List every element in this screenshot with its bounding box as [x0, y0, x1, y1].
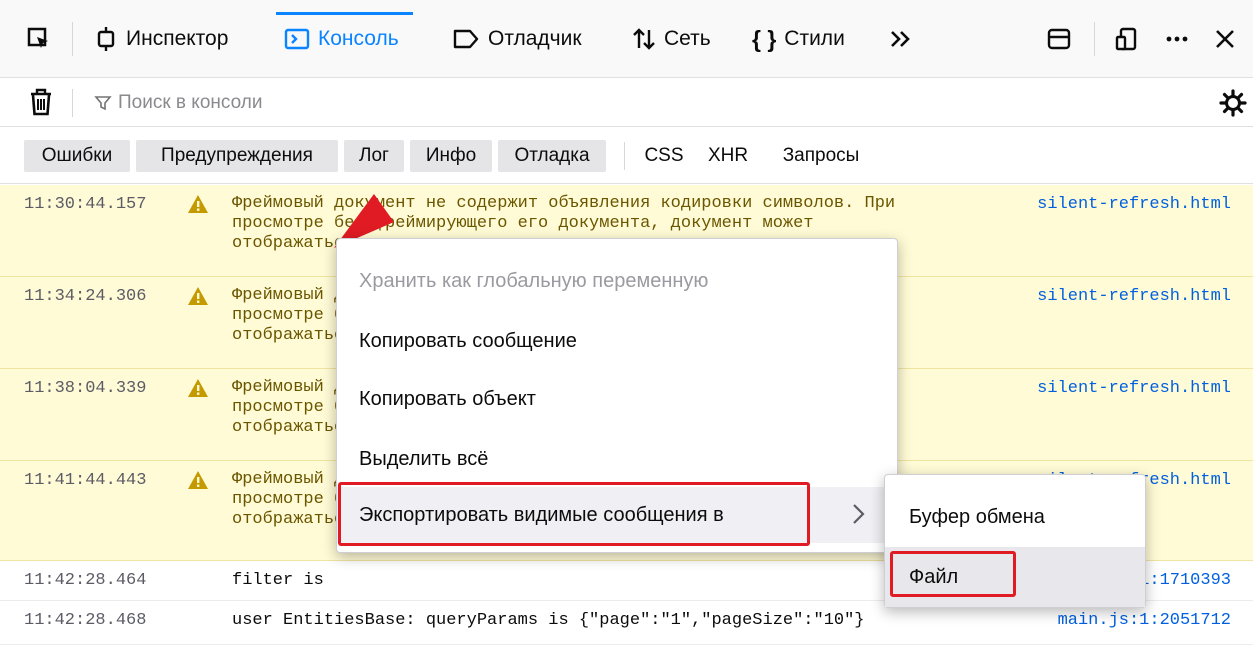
inspector-icon: [94, 27, 118, 51]
menu-item-copy-object[interactable]: Копировать объект: [337, 371, 897, 427]
tab-console-label: Консоль: [318, 27, 399, 50]
message-timestamp: 11:42:28.468: [24, 611, 147, 630]
split-console-icon: [1047, 28, 1071, 50]
warning-icon: [188, 379, 208, 397]
console-search: [94, 87, 1194, 119]
devtools-toolbar: Инспектор Консоль Отладчик Сеть { } Стил…: [0, 0, 1253, 78]
filter-css-button[interactable]: CSS: [638, 140, 690, 172]
filter-log-button[interactable]: Лог: [344, 140, 404, 172]
responsive-design-button[interactable]: [1114, 0, 1140, 78]
responsive-design-icon: [1115, 27, 1137, 51]
warning-icon: [188, 471, 208, 489]
split-console-button[interactable]: [1046, 0, 1072, 78]
filter-xhr-button[interactable]: XHR: [702, 140, 754, 172]
tab-debugger-label: Отладчик: [488, 27, 582, 50]
tab-network-label: Сеть: [664, 27, 711, 50]
export-highlight-frame: [338, 482, 810, 546]
filter-requests-button[interactable]: Запросы: [768, 140, 874, 172]
element-picker-button[interactable]: [26, 0, 52, 78]
console-icon: [284, 27, 310, 51]
trash-icon: [31, 88, 51, 116]
message-timestamp: 11:42:28.464: [24, 571, 147, 590]
console-search-input[interactable]: [118, 92, 1018, 114]
style-editor-icon: { }: [752, 25, 777, 52]
toolbar-separator: [1094, 22, 1095, 56]
more-tools-button[interactable]: [888, 0, 914, 78]
more-options-button[interactable]: [1164, 0, 1190, 78]
console-settings-button[interactable]: [1219, 89, 1247, 122]
message-timestamp: 11:38:04.339: [24, 379, 147, 398]
message-source-link[interactable]: silent-refresh.html: [1037, 287, 1231, 306]
tab-debugger[interactable]: Отладчик: [452, 0, 582, 78]
filter-separator: [72, 89, 73, 117]
message-text: filter is: [232, 571, 324, 590]
chevron-double-right-icon: [891, 31, 910, 47]
message-timestamp: 11:41:44.443: [24, 471, 147, 490]
filter-debug-button[interactable]: Отладка: [498, 140, 606, 172]
warning-icon: [188, 195, 208, 213]
console-filter-bar: [0, 79, 1253, 127]
message-text: user EntitiesBase: queryParams is {"page…: [232, 611, 865, 630]
message-timestamp: 11:34:24.306: [24, 287, 147, 306]
log-level-filters: Ошибки Предупреждения Лог Инфо Отладка C…: [0, 128, 1253, 184]
chevron-right-icon: [853, 504, 865, 524]
tab-console[interactable]: Консоль: [276, 0, 413, 78]
tab-style-editor[interactable]: { } Стили: [752, 0, 845, 78]
menu-item-copy-message[interactable]: Копировать сообщение: [337, 313, 897, 369]
close-icon: [1216, 30, 1234, 48]
message-timestamp: 11:30:44.157: [24, 195, 147, 214]
menu-item-store-global[interactable]: Хранить как глобальную переменную: [337, 253, 897, 309]
tab-inspector-label: Инспектор: [126, 27, 229, 50]
menu-item-select-all[interactable]: Выделить всё: [337, 431, 897, 487]
clear-console-button[interactable]: [28, 87, 54, 122]
levels-separator: [624, 142, 625, 170]
filter-warnings-button[interactable]: Предупреждения: [136, 140, 338, 172]
debugger-icon: [452, 27, 480, 51]
tab-network[interactable]: Сеть: [632, 0, 711, 78]
network-icon: [632, 27, 656, 51]
ellipsis-icon: [1166, 36, 1188, 42]
filter-errors-button[interactable]: Ошибки: [24, 140, 130, 172]
tab-style-editor-label: Стили: [784, 27, 845, 50]
message-source-link[interactable]: main.js:1:2051712: [1058, 611, 1231, 630]
filter-info-button[interactable]: Инфо: [410, 140, 492, 172]
file-highlight-frame: [890, 551, 1016, 597]
warning-icon: [188, 287, 208, 305]
element-picker-icon: [27, 27, 48, 48]
message-source-link[interactable]: silent-refresh.html: [1037, 195, 1231, 214]
close-devtools-button[interactable]: [1212, 0, 1238, 78]
message-source-link[interactable]: silent-refresh.html: [1037, 379, 1231, 398]
tab-inspector[interactable]: Инспектор: [94, 0, 228, 78]
submenu-item-clipboard[interactable]: Буфер обмена: [885, 487, 1145, 547]
gear-icon: [1219, 89, 1247, 117]
filter-icon: [94, 96, 112, 111]
toolbar-separator: [72, 22, 73, 56]
